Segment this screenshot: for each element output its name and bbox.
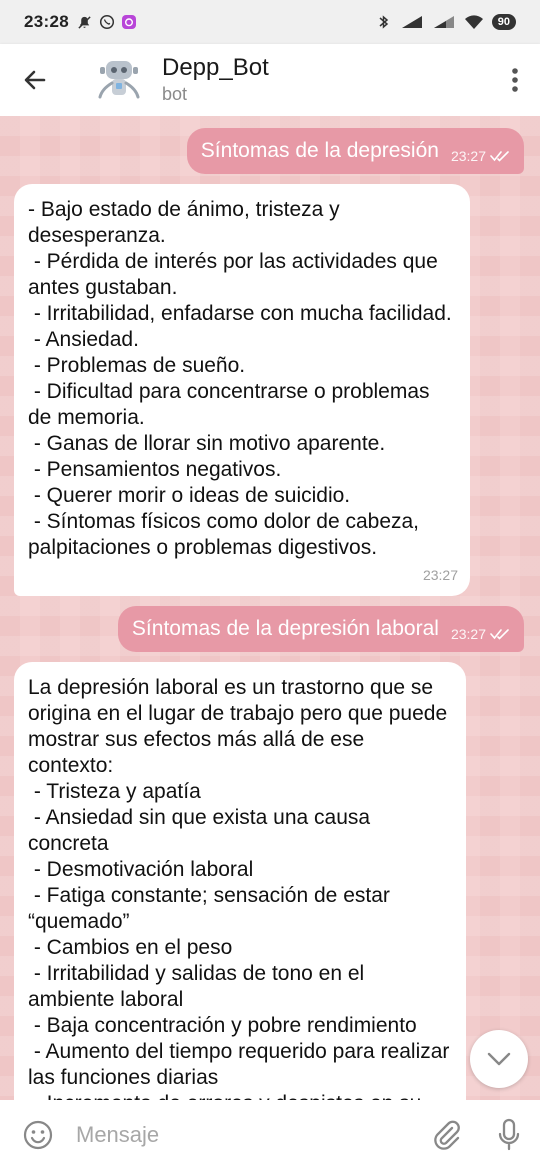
chevron-down-icon — [487, 1052, 511, 1066]
more-vertical-icon — [512, 68, 518, 92]
message-composer — [0, 1100, 540, 1170]
chat-subtitle: bot — [162, 84, 188, 104]
message-time: 23:27 — [450, 148, 486, 164]
message-input[interactable] — [76, 1105, 416, 1165]
double-check-icon — [490, 151, 509, 162]
bot-avatar[interactable] — [90, 51, 148, 109]
double-check-icon — [490, 629, 509, 640]
scroll-to-bottom-button[interactable] — [470, 1030, 528, 1088]
signal-icon — [400, 14, 424, 30]
incoming-message[interactable]: La depresión laboral es un trastorno que… — [14, 662, 466, 1100]
message-text: Síntomas de la depresión — [200, 139, 439, 162]
chat-messages-area[interactable]: Síntomas de la depresión 23:27 - Bajo es… — [0, 116, 540, 1100]
chat-title-block[interactable]: Depp_Bot bot — [162, 54, 269, 106]
chat-header: Depp_Bot bot — [0, 44, 540, 116]
wifi-icon — [464, 14, 484, 30]
battery-indicator: 90 — [491, 14, 516, 30]
incoming-message[interactable]: - Bajo estado de ánimo, tristeza y deses… — [14, 184, 470, 596]
signal-icon-2 — [432, 14, 456, 30]
message-time: 23:27 — [422, 567, 458, 583]
status-time: 23:28 — [24, 12, 69, 31]
message-time: 23:27 — [450, 626, 486, 642]
message-text: - Bajo estado de ánimo, tristeza y deses… — [28, 198, 452, 559]
robot-avatar-icon — [98, 61, 140, 99]
more-options-button[interactable] — [490, 44, 540, 116]
back-button[interactable] — [0, 44, 70, 116]
chat-title: Depp_Bot — [162, 54, 269, 81]
message-text: La depresión laboral es un trastorno que… — [28, 676, 450, 1100]
attach-button[interactable] — [416, 1100, 478, 1170]
bluetooth-icon — [376, 14, 392, 30]
status-bar: 23:28 90 — [0, 0, 540, 44]
back-arrow-icon — [24, 70, 46, 90]
outgoing-message[interactable]: Síntomas de la depresión 23:27 — [186, 128, 524, 174]
whatsapp-icon — [99, 14, 115, 30]
paperclip-icon — [434, 1120, 460, 1150]
voice-message-button[interactable] — [478, 1100, 540, 1170]
outgoing-message[interactable]: Síntomas de la depresión laboral 23:27 — [117, 606, 524, 652]
muted-bell-icon — [77, 14, 93, 30]
smiley-icon — [23, 1120, 53, 1150]
microphone-icon — [498, 1118, 520, 1151]
app-notification-icon — [121, 14, 137, 30]
message-text: Síntomas de la depresión laboral — [131, 617, 439, 640]
emoji-button[interactable] — [0, 1100, 76, 1170]
